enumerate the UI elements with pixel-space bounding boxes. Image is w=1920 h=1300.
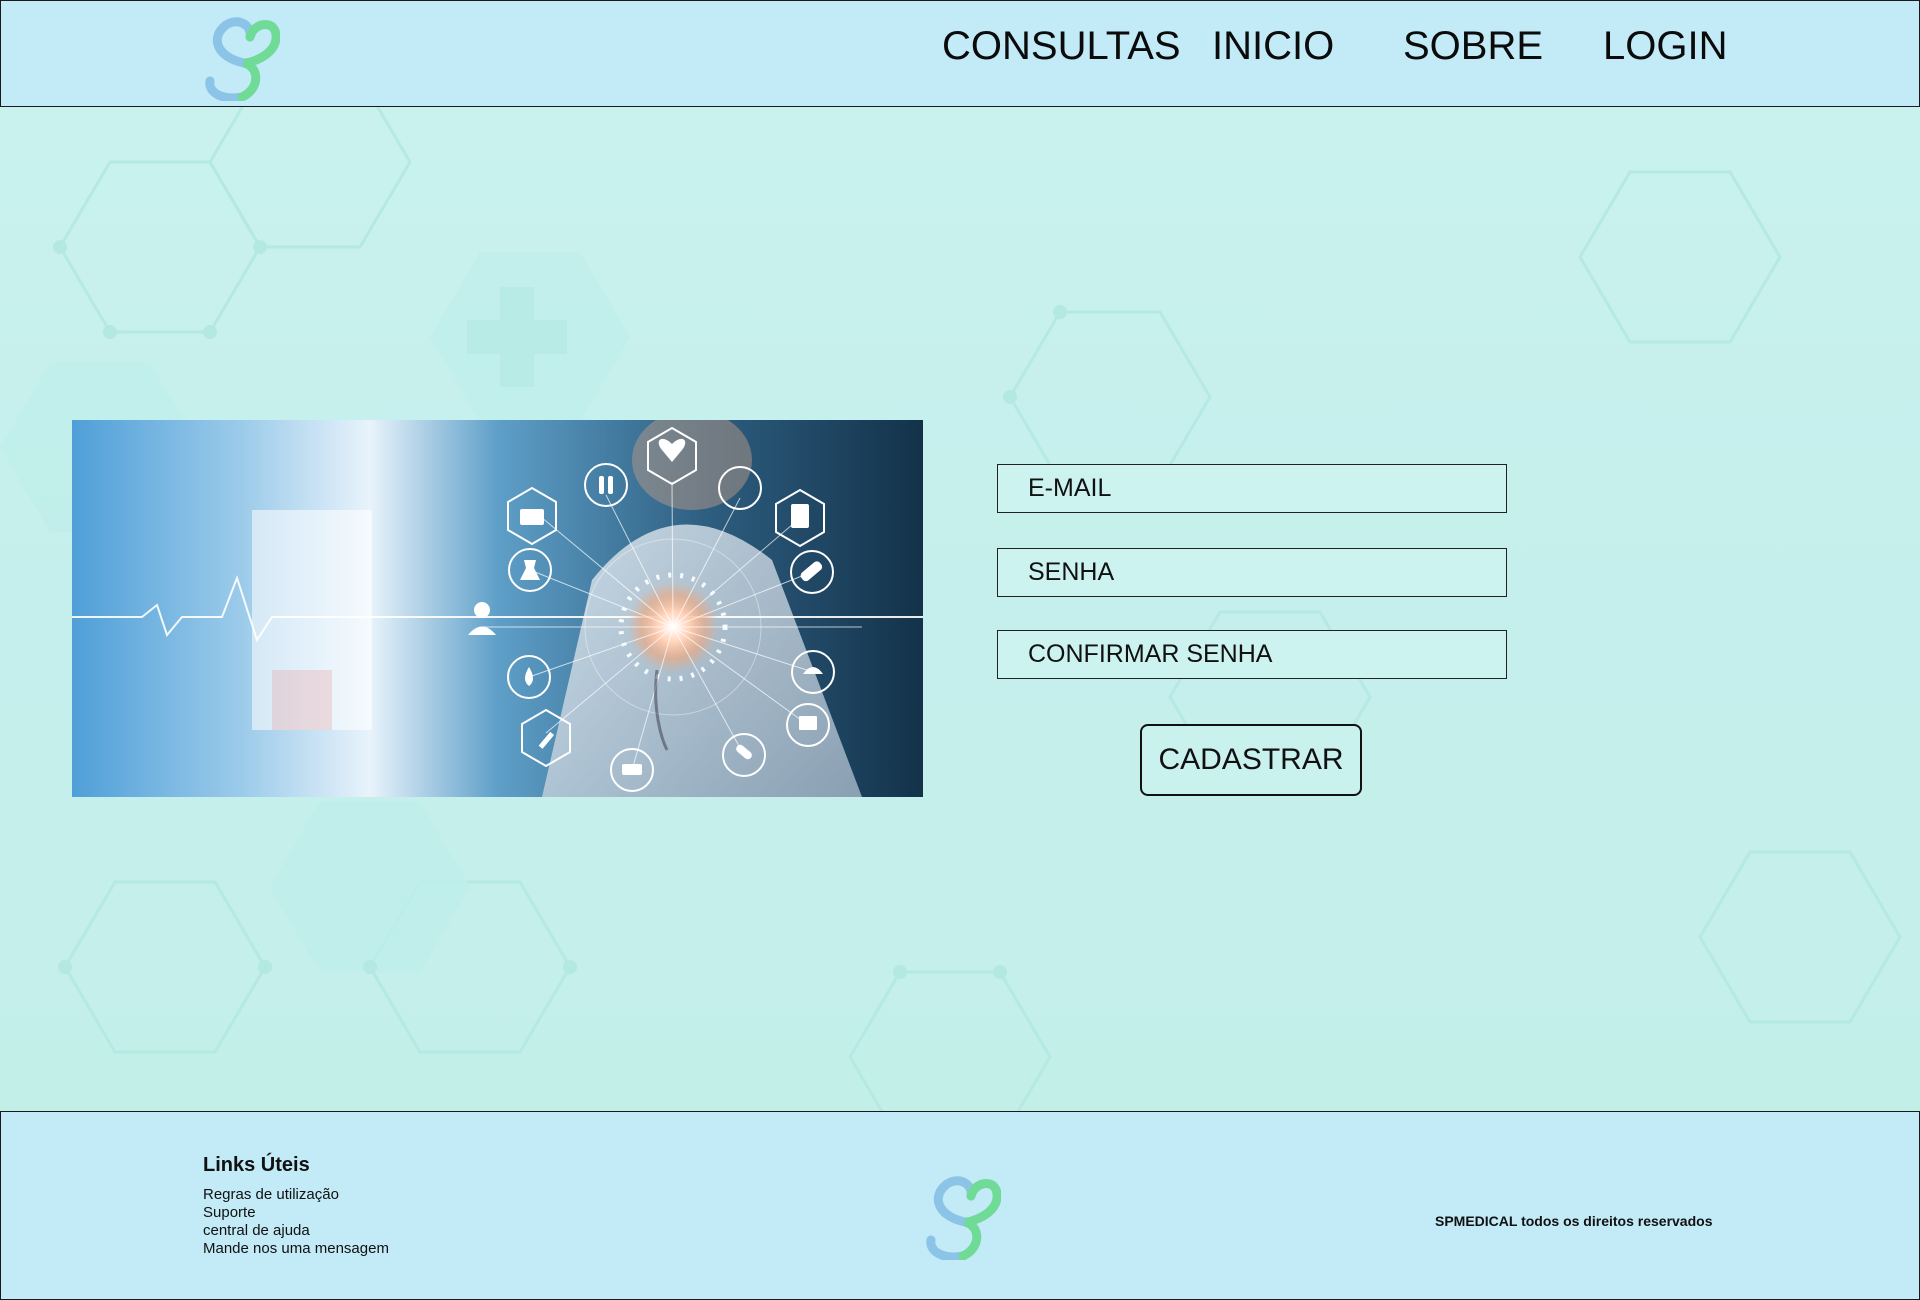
main-content: CADASTRAR (0, 107, 1920, 1111)
footer-links-title: Links Úteis (203, 1154, 310, 1176)
footer-links-list: Regras de utilização Suporte central de … (203, 1186, 389, 1258)
footer-link-support[interactable]: Suporte (203, 1204, 389, 1222)
copyright-text: SPMEDICAL todos os direitos reservados (1435, 1213, 1713, 1229)
site-footer: Links Úteis Regras de utilização Suporte… (0, 1111, 1920, 1300)
heart-s-logo-icon[interactable] (202, 15, 280, 101)
confirm-password-field[interactable] (997, 630, 1507, 679)
email-field[interactable] (997, 464, 1507, 513)
footer-link-send-message[interactable]: Mande nos uma mensagem (203, 1240, 389, 1258)
nav-sobre[interactable]: SOBRE (1403, 23, 1543, 69)
footer-link-rules[interactable]: Regras de utilização (203, 1186, 389, 1204)
password-field[interactable] (997, 548, 1507, 597)
nav-inicio[interactable]: INICIO (1212, 23, 1334, 69)
nav-login[interactable]: LOGIN (1603, 23, 1727, 69)
site-header: CONSULTAS INICIO SOBRE LOGIN (0, 0, 1920, 107)
footer-link-help-center[interactable]: central de ajuda (203, 1222, 389, 1240)
heart-s-logo-icon (926, 1176, 1001, 1260)
medical-technology-image (72, 420, 923, 797)
register-button[interactable]: CADASTRAR (1140, 724, 1362, 796)
nav-consultas[interactable]: CONSULTAS (942, 23, 1181, 69)
